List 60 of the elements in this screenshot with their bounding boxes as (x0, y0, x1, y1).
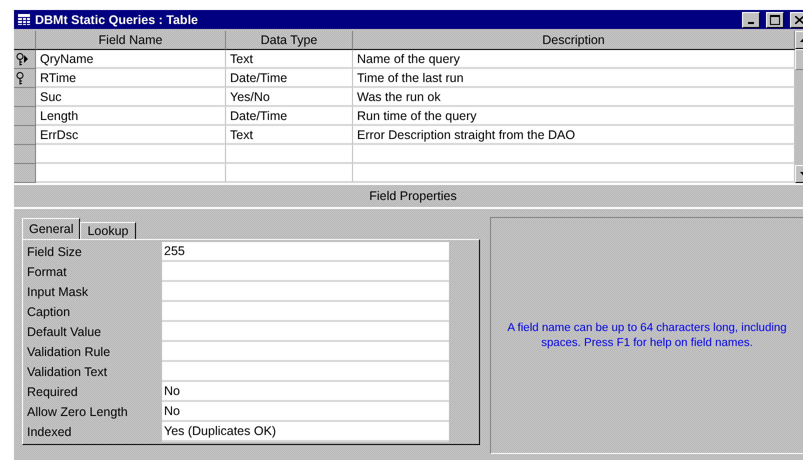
table-cell[interactable]: Was the run ok (353, 88, 795, 107)
property-label: Required (27, 384, 79, 401)
key-icon (16, 52, 24, 66)
maximize-icon (770, 14, 780, 24)
close-button[interactable] (790, 12, 803, 28)
table-cell[interactable] (36, 164, 226, 183)
property-field[interactable] (162, 362, 449, 382)
section-title: Field Properties (14, 183, 803, 207)
table-cell[interactable]: Yes/No (226, 88, 353, 107)
property-label: Allow Zero Length (27, 404, 129, 421)
table-cell[interactable]: ErrDsc (36, 126, 226, 145)
property-label: Default Value (27, 324, 102, 341)
column-header[interactable]: Description (353, 31, 795, 50)
table-cell[interactable] (36, 145, 226, 164)
minimize-button[interactable] (742, 12, 760, 28)
property-label: Format (27, 264, 68, 281)
hint-text: A field name can be up to 64 characters long, including spaces. Press F1 for help on field names. (506, 320, 788, 350)
property-field[interactable]: No (162, 402, 449, 422)
property-label: Validation Text (27, 364, 108, 381)
row-selector[interactable] (14, 50, 36, 69)
property-label: Input Mask (27, 284, 90, 301)
table-cell[interactable]: Name of the query (353, 50, 795, 69)
property-label: Indexed (27, 424, 72, 441)
property-field[interactable] (162, 282, 449, 302)
column-header[interactable]: Data Type (226, 31, 353, 50)
table-cell[interactable]: RTime (36, 69, 226, 88)
property-label: Caption (27, 304, 72, 321)
table-cell[interactable] (353, 164, 795, 183)
table-cell[interactable] (353, 145, 795, 164)
table-cell[interactable] (226, 145, 353, 164)
table-cell[interactable]: Text (226, 50, 353, 69)
table-cell[interactable]: Date/Time (226, 107, 353, 126)
table-cell[interactable]: Error Description straight from the DAO (353, 126, 795, 145)
table-cell[interactable]: Length (36, 107, 226, 126)
tab[interactable]: General (22, 218, 80, 239)
key-icon (16, 72, 24, 84)
column-header[interactable]: Field Name (36, 31, 226, 50)
property-label: Validation Rule (27, 344, 112, 361)
property-field[interactable]: Yes (Duplicates OK) (162, 422, 449, 442)
property-field[interactable]: 255 (162, 242, 449, 262)
table-cell[interactable]: Run time of the query (353, 107, 795, 126)
window-title: DBMt Static Queries : Table (35, 12, 199, 26)
table-icon (18, 14, 30, 25)
maximize-button[interactable] (766, 12, 784, 28)
property-label: Field Size (27, 244, 83, 261)
table-cell[interactable]: Suc (36, 88, 226, 107)
property-field[interactable] (162, 322, 449, 342)
table-cell[interactable]: Text (226, 126, 353, 145)
minimize-icon (748, 22, 754, 24)
property-field[interactable] (162, 302, 449, 322)
table-cell[interactable] (226, 164, 353, 183)
table-cell[interactable]: Time of the last run (353, 69, 795, 88)
table-cell[interactable]: Date/Time (226, 69, 353, 88)
property-field[interactable] (162, 342, 449, 362)
tab[interactable]: Lookup (80, 222, 136, 239)
property-field[interactable] (162, 262, 449, 282)
property-field[interactable]: No (162, 382, 449, 402)
close-icon (794, 16, 803, 24)
row-selector[interactable] (14, 69, 36, 88)
table-cell[interactable]: QryName (36, 50, 226, 69)
